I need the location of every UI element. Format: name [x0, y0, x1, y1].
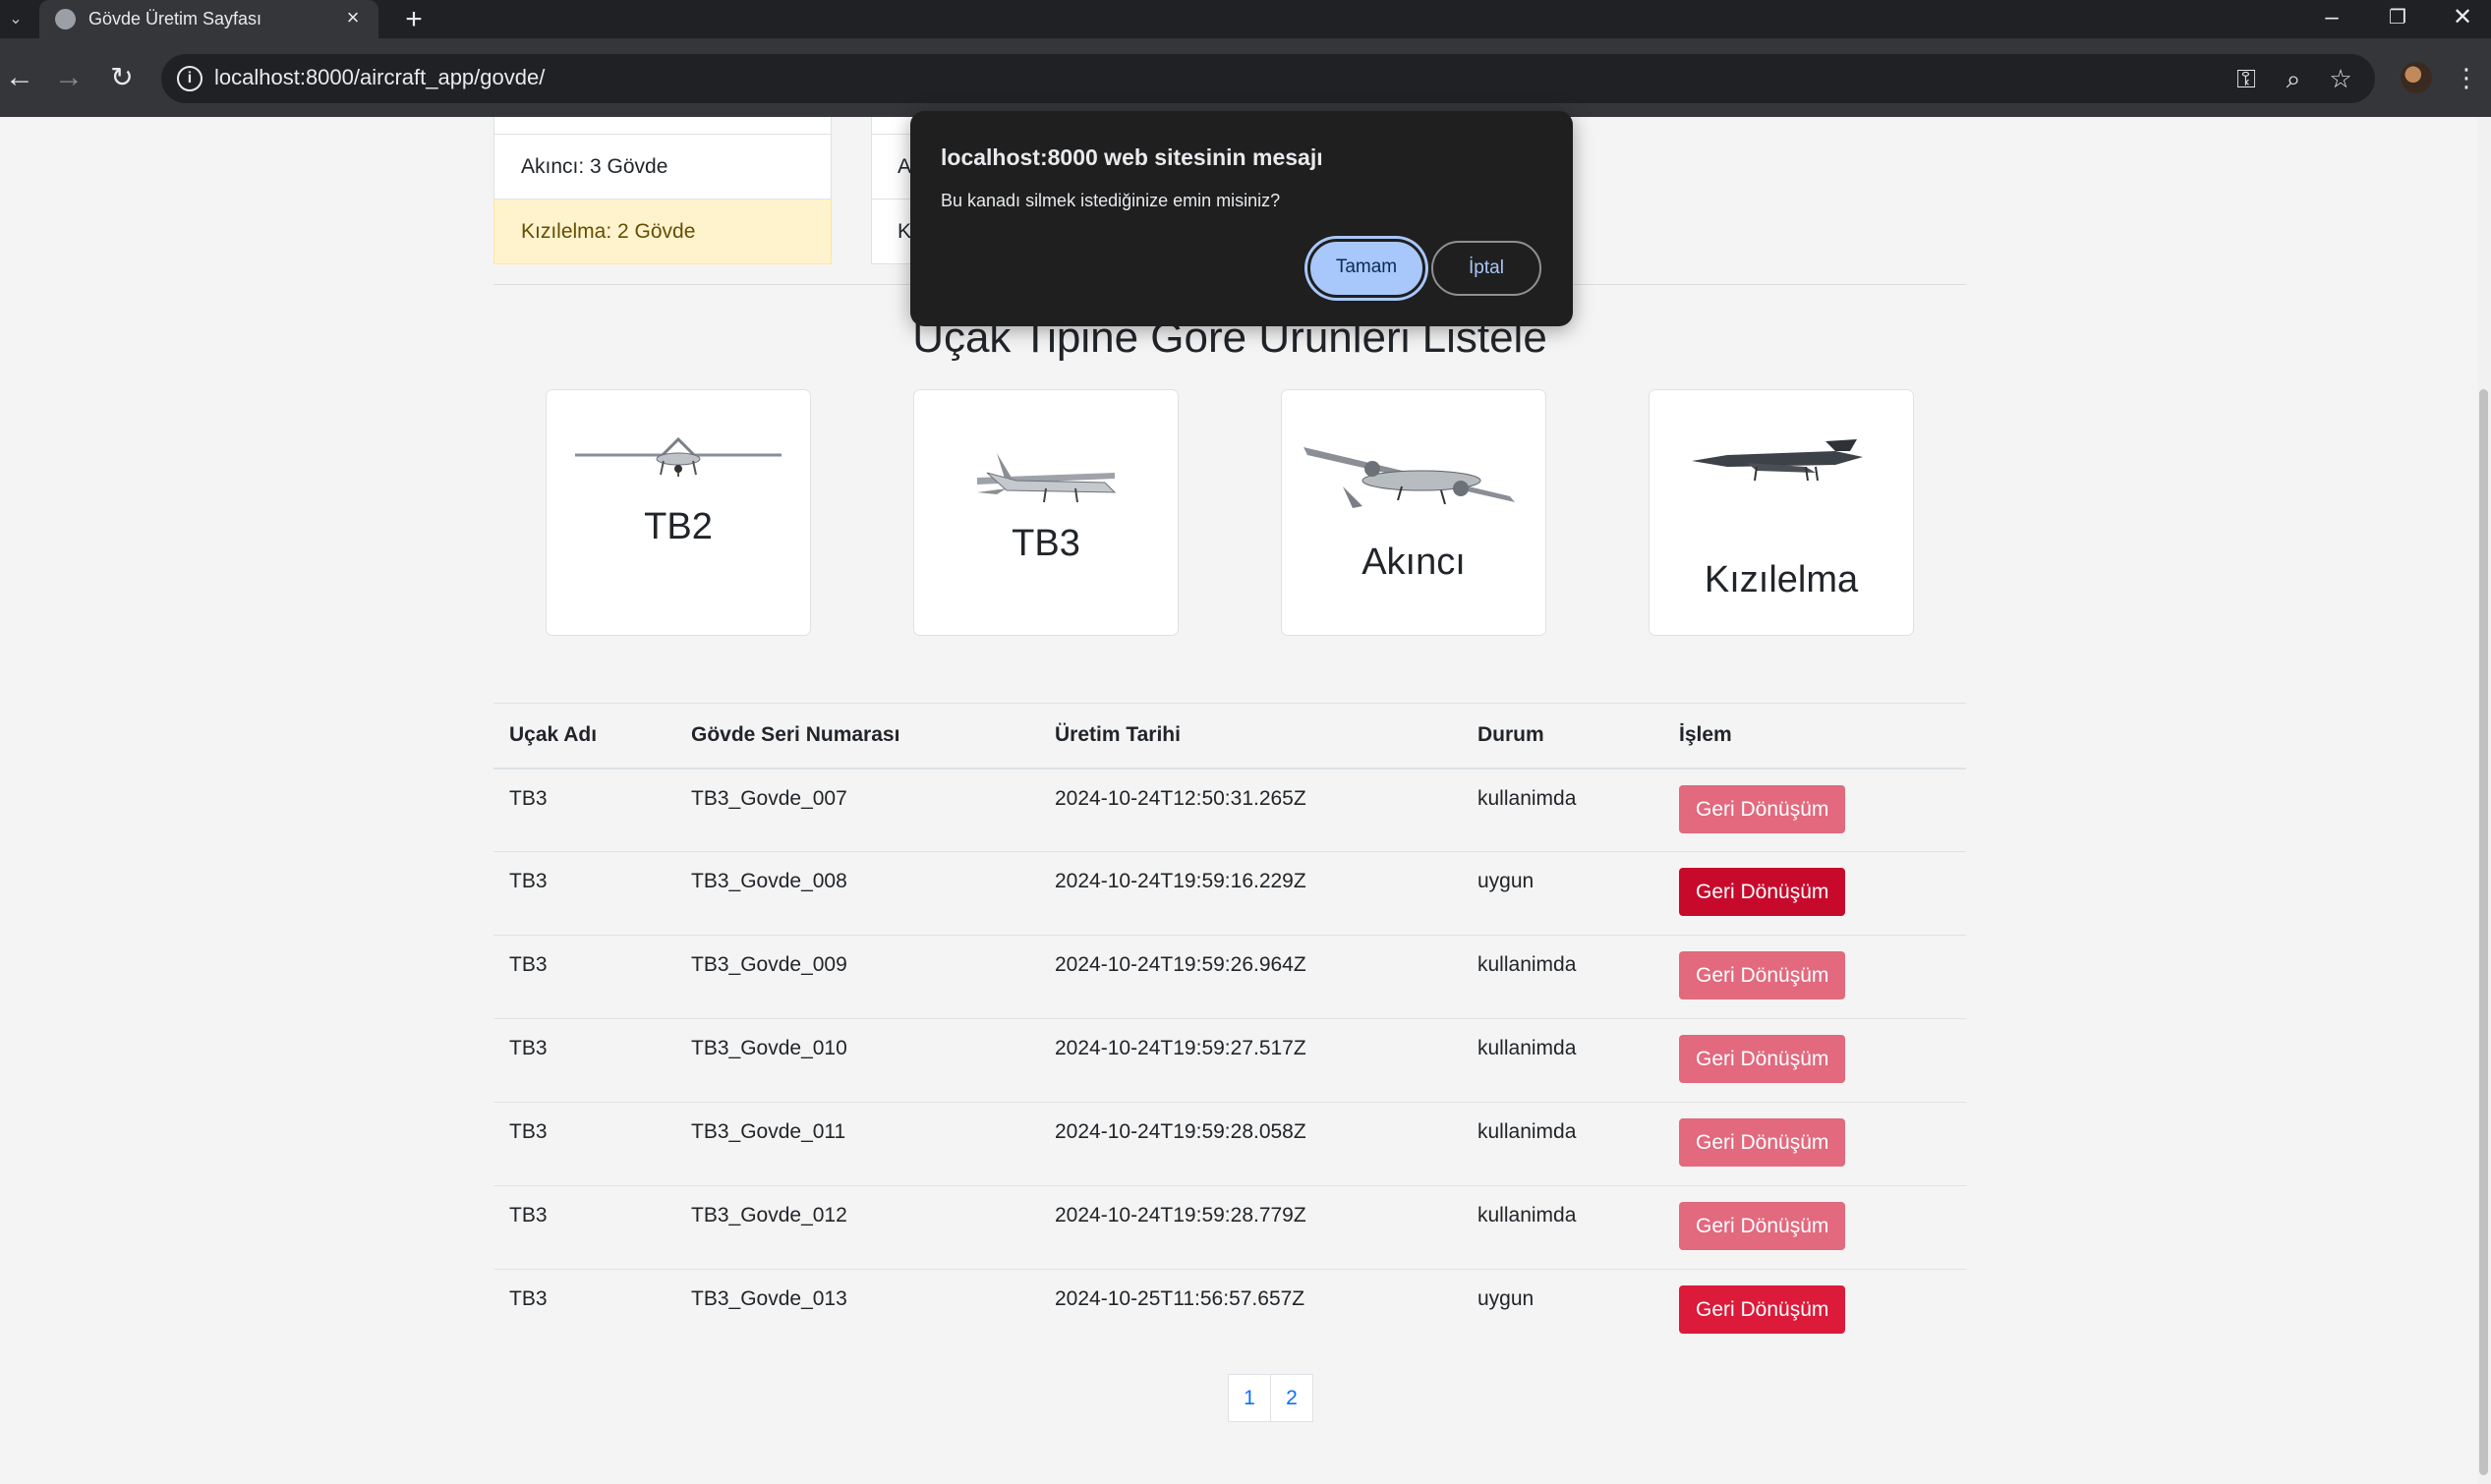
browser-tab[interactable]: Gövde Üretim Sayfası ×: [39, 0, 378, 38]
cell-aircraft: TB3: [493, 935, 675, 1019]
recycle-button[interactable]: Geri Dönüşüm: [1679, 868, 1846, 916]
cell-date: 2024-10-24T19:59:27.517Z: [1039, 1018, 1462, 1103]
parts-table: Uçak Adı Gövde Seri Numarası Üretim Tari…: [493, 703, 1966, 1353]
aircraft-card-label: Kızılelma: [1704, 559, 1859, 600]
page-link-1[interactable]: 1: [1228, 1374, 1271, 1422]
cell-aircraft: TB3: [493, 1185, 675, 1270]
zoom-icon[interactable]: ⌕: [2277, 62, 2310, 95]
column-header: Gövde Seri Numarası: [675, 703, 1039, 770]
cell-date: 2024-10-25T11:56:57.657Z: [1055, 1287, 1305, 1310]
aircraft-card-label: Akıncı: [1361, 542, 1466, 583]
address-bar[interactable]: i localhost:8000/aircraft_app/govde/ ⚿ ⌕…: [161, 54, 2375, 103]
cell-date: 2024-10-24T19:59:16.229Z: [1039, 851, 1462, 936]
profile-avatar[interactable]: [2401, 62, 2432, 93]
reload-icon[interactable]: ↻: [102, 58, 142, 97]
cell-serial: TB3_Govde_011: [675, 1102, 1039, 1186]
close-window-icon[interactable]: ✕: [2434, 0, 2491, 38]
cell-aircraft: TB3: [493, 1102, 675, 1186]
scrollbar-thumb[interactable]: [2479, 389, 2488, 1475]
aircraft-card-label: TB2: [644, 506, 713, 547]
site-info-icon[interactable]: i: [177, 66, 203, 91]
column-header: Üretim Tarihi: [1039, 703, 1462, 770]
tab-close-icon[interactable]: ×: [341, 6, 365, 29]
cell-status: kullanimda: [1462, 1185, 1663, 1270]
cell-aircraft: TB3: [509, 1287, 548, 1310]
url-text[interactable]: localhost:8000/aircraft_app/govde/: [214, 65, 545, 90]
dialog-ok-button[interactable]: Tamam: [1307, 239, 1425, 298]
cell-aircraft: TB3: [493, 1018, 675, 1103]
recycle-button[interactable]: Geri Dönüşüm: [1679, 784, 1846, 833]
globe-icon: [55, 9, 76, 29]
minimize-icon[interactable]: –: [2303, 0, 2360, 38]
aircraft-card-akinci[interactable]: Akıncı: [1281, 389, 1546, 636]
recycle-button[interactable]: Geri Dönüşüm: [1679, 951, 1846, 999]
cell-serial: TB3_Govde_010: [675, 1018, 1039, 1103]
new-tab-button[interactable]: +: [397, 3, 431, 36]
column-header: Durum: [1462, 703, 1663, 770]
stats-list-item: [493, 117, 832, 135]
akinci-drone-icon: [1303, 447, 1515, 508]
cell-date: 2024-10-24T19:59:28.058Z: [1039, 1102, 1462, 1186]
column-header: İşlem: [1663, 703, 1966, 770]
cell-aircraft: TB3: [493, 768, 675, 852]
recycle-button[interactable]: Geri Dönüşüm: [1679, 1118, 1846, 1167]
tab-search-icon[interactable]: ⌄: [2, 6, 29, 33]
dialog-message: Bu kanadı silmek istediğinize emin misin…: [941, 191, 1281, 210]
key-icon[interactable]: ⚿: [2230, 62, 2263, 95]
cell-serial: TB3_Govde_012: [675, 1185, 1039, 1270]
menu-kebab-icon[interactable]: ⋮: [2454, 60, 2479, 95]
cell-status: uygun: [1477, 1287, 1535, 1310]
restore-icon[interactable]: ❐: [2369, 0, 2426, 38]
scrollbar[interactable]: [2477, 117, 2491, 1484]
tab-title: Gövde Üretim Sayfası: [88, 9, 262, 29]
cell-serial: TB3_Govde_013: [691, 1287, 847, 1310]
cell-serial: TB3_Govde_008: [675, 851, 1039, 936]
forward-icon[interactable]: →: [49, 58, 88, 97]
back-icon[interactable]: ←: [0, 58, 39, 97]
kizilelma-drone-icon: [1692, 439, 1863, 482]
table-row: TB3 TB3_Govde_013 2024-10-25T11:56:57.65…: [493, 1270, 1966, 1353]
cell-serial: TB3_Govde_007: [675, 768, 1039, 852]
recycle-button[interactable]: Geri Dönüşüm: [1679, 1202, 1846, 1250]
recycle-button[interactable]: Geri Dönüşüm: [1679, 1035, 1846, 1083]
table-row: TB3 TB3_Govde_009 2024-10-24T19:59:26.96…: [493, 935, 1966, 1019]
browser-tab-bar: ⌄ Gövde Üretim Sayfası × + – ❐ ✕: [0, 0, 2491, 38]
cell-status: kullanimda: [1462, 1102, 1663, 1186]
recycle-button[interactable]: Geri Dönüşüm: [1679, 1285, 1846, 1334]
cell-date: 2024-10-24T19:59:28.779Z: [1039, 1185, 1462, 1270]
tb3-drone-icon: [977, 453, 1117, 503]
bookmark-star-icon[interactable]: ☆: [2324, 62, 2357, 95]
dialog-title: localhost:8000 web sitesinin mesajı: [941, 144, 1323, 170]
aircraft-card-label: TB3: [1012, 523, 1080, 564]
table-header-row: Uçak Adı Gövde Seri Numarası Üretim Tari…: [493, 703, 1966, 770]
cell-aircraft: TB3: [493, 851, 675, 936]
aircraft-card-kizilelma[interactable]: Kızılelma: [1649, 389, 1914, 636]
dialog-cancel-button[interactable]: İptal: [1431, 241, 1541, 296]
cell-status: kullanimda: [1462, 935, 1663, 1019]
table-row: TB3 TB3_Govde_008 2024-10-24T19:59:16.22…: [493, 851, 1966, 936]
stats-list-item: Akıncı: 3 Gövde: [493, 135, 832, 200]
aircraft-card-tb2[interactable]: TB2: [546, 389, 811, 636]
table-row: TB3 TB3_Govde_012 2024-10-24T19:59:28.77…: [493, 1185, 1966, 1270]
aircraft-card-tb3[interactable]: TB3: [913, 389, 1179, 636]
stats-list-item-warning: Kızılelma: 2 Gövde: [493, 200, 832, 264]
stats-list-left: Akıncı: 3 Gövde Kızılelma: 2 Gövde: [493, 117, 832, 264]
pagination: 1 2: [1228, 1374, 1313, 1422]
cell-status: kullanimda: [1462, 768, 1663, 852]
cell-serial: TB3_Govde_009: [675, 935, 1039, 1019]
browser-toolbar: ← → ↻ i localhost:8000/aircraft_app/govd…: [0, 38, 2491, 117]
cell-date: 2024-10-24T19:59:26.964Z: [1039, 935, 1462, 1019]
column-header: Uçak Adı: [493, 703, 675, 770]
table-row: TB3 TB3_Govde_007 2024-10-24T12:50:31.26…: [493, 768, 1966, 852]
page-link-2[interactable]: 2: [1270, 1374, 1313, 1422]
cell-status: uygun: [1462, 851, 1663, 936]
table-row: TB3 TB3_Govde_011 2024-10-24T19:59:28.05…: [493, 1102, 1966, 1186]
cell-status: kullanimda: [1462, 1018, 1663, 1103]
tb2-drone-icon: [575, 436, 782, 477]
table-row: TB3 TB3_Govde_010 2024-10-24T19:59:27.51…: [493, 1018, 1966, 1103]
cell-date: 2024-10-24T12:50:31.265Z: [1039, 768, 1462, 852]
confirm-dialog: localhost:8000 web sitesinin mesajı Bu k…: [910, 111, 1573, 326]
